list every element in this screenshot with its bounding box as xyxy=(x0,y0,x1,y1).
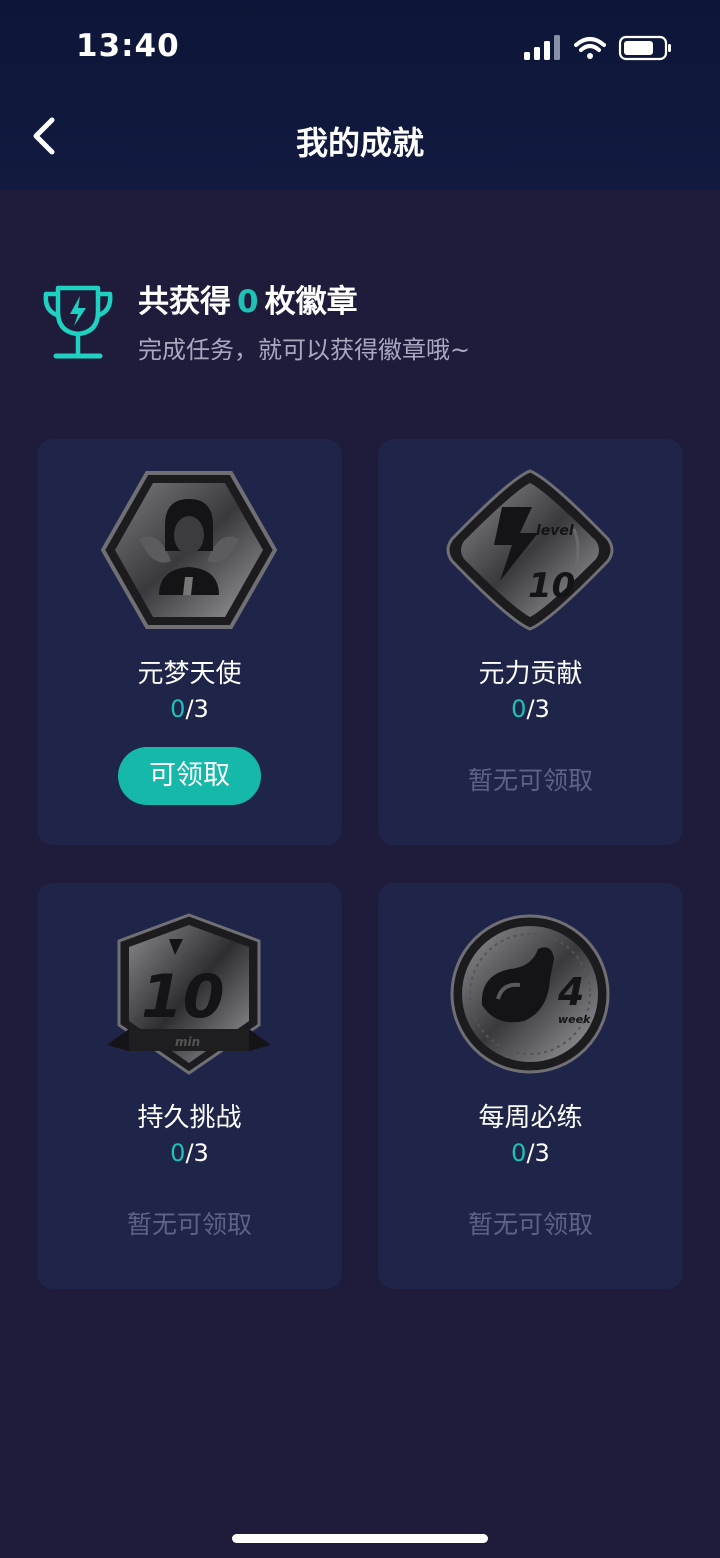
status-icons xyxy=(524,35,671,61)
wifi-icon xyxy=(574,37,606,59)
summary-prefix: 共获得 xyxy=(138,284,231,320)
badge-progress: 0/3 xyxy=(170,1139,209,1167)
badge-card-endurance[interactable]: 10 min 持久挑战 0/3 暂无可领取 xyxy=(37,883,342,1289)
home-indicator[interactable] xyxy=(232,1534,488,1543)
badge-name: 每周必练 xyxy=(478,1103,583,1133)
badge-progress: 0/3 xyxy=(170,695,209,723)
svg-text:10: 10 xyxy=(528,566,575,606)
4-week-badge-icon: 4 week xyxy=(450,914,610,1074)
badge-card-weekly[interactable]: 4 week 每周必练 0/3 暂无可领取 xyxy=(378,883,683,1289)
svg-text:week: week xyxy=(558,1013,591,1026)
badge-name: 持久挑战 xyxy=(137,1103,242,1133)
10-min-badge-icon: 10 min xyxy=(107,913,271,1075)
svg-text:level: level xyxy=(536,523,574,539)
signal-icon xyxy=(524,35,560,60)
no-claim-label: 暂无可领取 xyxy=(467,766,593,795)
svg-text:min: min xyxy=(175,1035,200,1049)
summary-count-line: 共获得 0 枚徽章 xyxy=(138,276,358,321)
badge-name: 元力贡献 xyxy=(478,659,583,689)
angel-badge-icon xyxy=(100,471,278,629)
badge-count: 0 xyxy=(237,284,259,320)
summary-subtitle: 完成任务，就可以获得徽章哦~ xyxy=(138,336,471,364)
no-claim-label: 暂无可领取 xyxy=(126,1210,252,1239)
app-header: 13:40 我的成就 xyxy=(0,0,720,190)
battery-icon xyxy=(618,35,671,61)
trophy-icon xyxy=(43,285,113,359)
svg-text:10: 10 xyxy=(141,962,225,1032)
badge-card-angel[interactable]: 元梦天使 0/3 可领取 xyxy=(37,439,342,845)
status-time: 13:40 xyxy=(76,28,180,64)
badge-name: 元梦天使 xyxy=(137,659,242,689)
no-claim-label: 暂无可领取 xyxy=(467,1210,593,1239)
svg-text:4: 4 xyxy=(557,970,584,1014)
level-10-badge-icon: level 10 xyxy=(446,469,614,631)
claim-button[interactable]: 可领取 xyxy=(118,747,261,805)
badge-summary: 共获得 0 枚徽章 完成任务，就可以获得徽章哦~ xyxy=(40,276,680,366)
badge-progress: 0/3 xyxy=(511,695,550,723)
page-title: 我的成就 xyxy=(295,124,424,162)
summary-suffix: 枚徽章 xyxy=(264,284,358,320)
badge-card-contribution[interactable]: level 10 元力贡献 0/3 暂无可领取 xyxy=(378,439,683,845)
badge-progress: 0/3 xyxy=(511,1139,550,1167)
